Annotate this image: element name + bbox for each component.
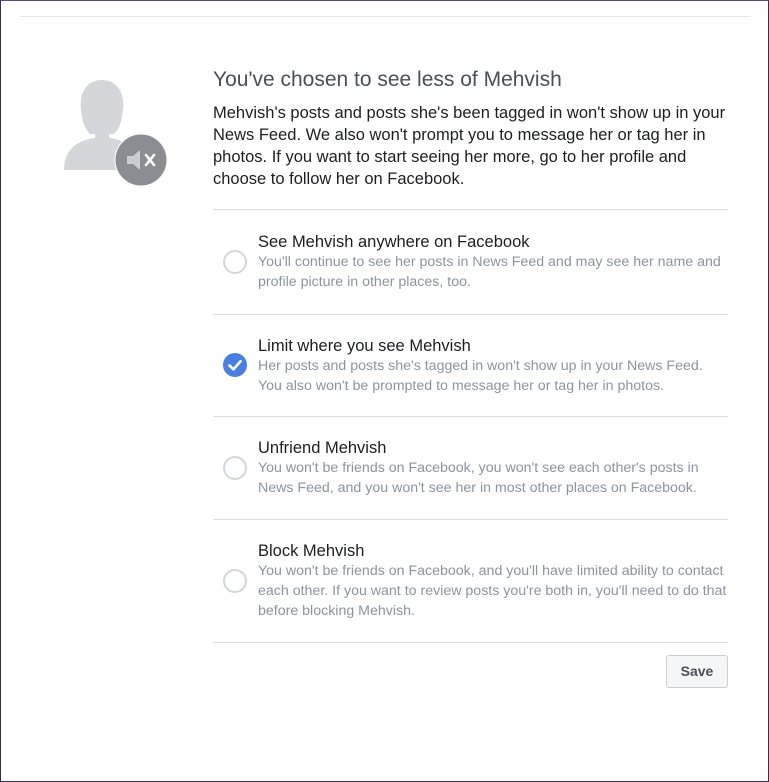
save-button[interactable]: Save <box>666 654 728 688</box>
dialog-title: You've chosen to see less of Mehvish <box>213 68 562 91</box>
radio-button-unchecked[interactable] <box>223 568 247 593</box>
option-title: Unfriend Mehvish <box>258 439 387 458</box>
option-description: You won't be friends on Facebook, and yo… <box>258 562 727 620</box>
radio-button-unchecked[interactable] <box>223 249 247 274</box>
option-description: Her posts and posts she's tagged in won'… <box>258 357 703 394</box>
radio-button-unchecked[interactable] <box>223 455 247 480</box>
radio-button-checked[interactable] <box>223 353 247 378</box>
profile-avatar <box>62 78 172 188</box>
option-title: See Mehvish anywhere on Facebook <box>258 233 530 251</box>
mute-speaker-icon <box>114 133 168 187</box>
option-title: Block Mehvish <box>258 541 365 560</box>
dialog-content: You've chosen to see less of Mehvish Meh… <box>213 66 728 713</box>
dialog-footer: Save <box>213 643 728 713</box>
option-title: Limit where you see Mehvish <box>258 336 471 355</box>
options-list: See Mehvish anywhere on Facebook You'll … <box>213 209 728 643</box>
option-block[interactable]: Block Mehvish You won't be friends on Fa… <box>213 520 728 643</box>
option-description: You won't be friends on Facebook, you wo… <box>258 460 699 497</box>
option-unfriend[interactable]: Unfriend Mehvish You won't be friends on… <box>213 417 728 520</box>
option-description: You'll continue to see her posts in News… <box>258 254 721 291</box>
dialog-description: Mehvish's posts and posts she's been tag… <box>213 104 726 188</box>
checkmark-icon <box>228 360 242 371</box>
top-divider <box>20 16 751 17</box>
option-see-anywhere[interactable]: See Mehvish anywhere on Facebook You'll … <box>213 210 728 315</box>
option-limit[interactable]: Limit where you see Mehvish Her posts an… <box>213 315 728 418</box>
